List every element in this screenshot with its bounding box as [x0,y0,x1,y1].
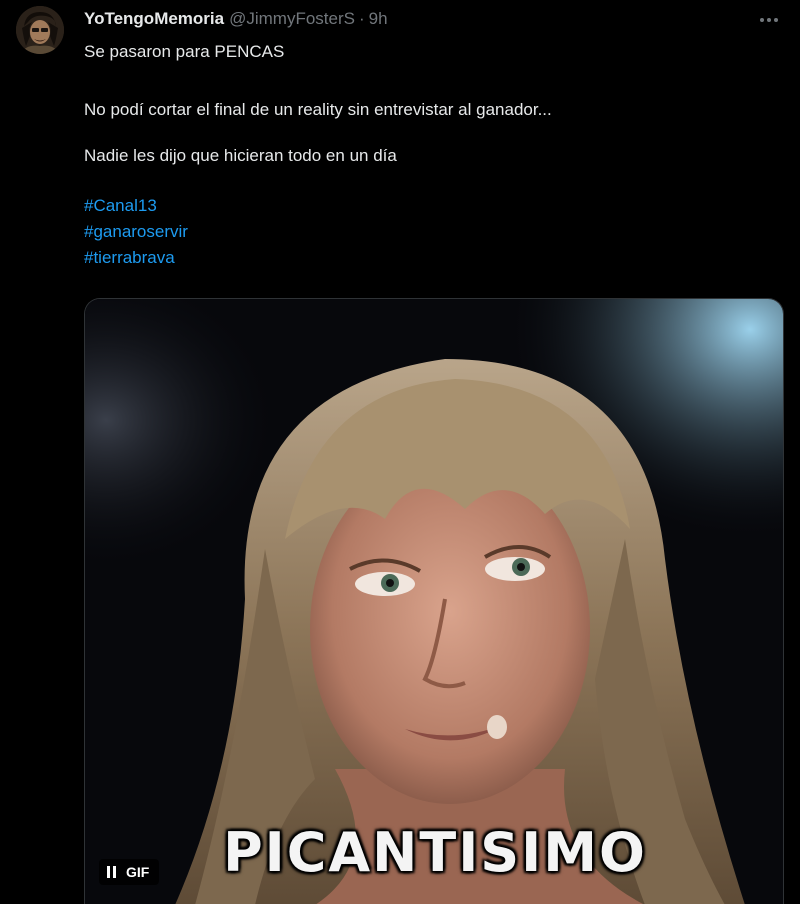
tweet-media-gif[interactable]: PICANTISIMO GIF [84,298,784,904]
hashtag-link[interactable]: #Canal13 [84,196,774,216]
hashtag-link[interactable]: #ganaroservir [84,222,774,242]
tweet[interactable]: YoTengoMemoria @JimmyFosterS · 9h Se pas… [0,0,800,904]
gif-play-pause-button[interactable]: GIF [99,859,160,885]
header-separator: · [358,9,365,28]
gif-frame [85,299,783,904]
tweet-text-line: Nadie les dijo que hicieran todo en un d… [84,146,397,165]
author-handle[interactable]: @JimmyFosterS [229,9,355,29]
gif-badge: GIF [126,864,150,880]
tweet-timestamp[interactable]: 9h [369,9,388,29]
tweet-text-line: No podí cortar el final de un reality si… [84,100,552,119]
pause-icon [107,866,116,878]
avatar[interactable] [16,6,64,54]
more-horizontal-icon [760,18,778,22]
gif-caption: PICANTISIMO [223,821,647,884]
tweet-text-line: Se pasaron para PENCAS [84,42,285,61]
tweet-header: YoTengoMemoria @JimmyFosterS · 9h [84,8,388,30]
author-display-name[interactable]: YoTengoMemoria [84,9,224,29]
hashtag-link[interactable]: #tierrabrava [84,248,774,268]
tweet-text: Se pasaron para PENCAS No podí cortar el… [84,42,774,268]
more-options-button[interactable] [756,8,782,32]
